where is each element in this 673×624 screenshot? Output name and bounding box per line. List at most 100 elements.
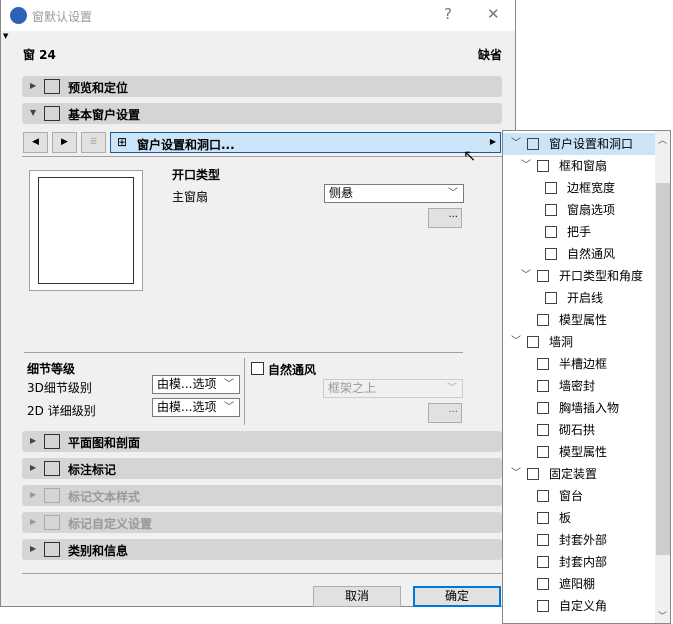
edit-ellipsis: ... (448, 209, 458, 220)
panel-label: 标记自定义设置 (68, 517, 153, 531)
tree-item[interactable]: 把手 (503, 221, 655, 243)
tree-item-label: 开启线 (567, 291, 604, 305)
tree-item-label: 墙密封 (559, 379, 596, 393)
tree-item[interactable]: 窗台 (503, 485, 655, 507)
page-selector[interactable]: ⊞ 窗户设置和洞口... ▶ (110, 132, 501, 153)
tree-item[interactable]: 墙密封 (503, 375, 655, 397)
page-tree-popup: ﹀ 窗户设置和洞口 ﹀ 框和窗扇边框宽度 窗扇选项 把手 自然通风 ﹀ 开口类型和角度开启线模型… (502, 130, 671, 624)
scrollbar-thumb[interactable] (656, 183, 670, 555)
cancel-button[interactable]: 取消 (313, 586, 401, 607)
help-button[interactable]: ? (444, 5, 452, 23)
panel-label: 类别和信息 (68, 544, 129, 558)
tree-item[interactable]: 遮阳棚 (503, 573, 655, 595)
panel-label: 标记文本样式 (68, 490, 141, 504)
window-settings-icon (44, 106, 60, 121)
tree-item[interactable]: 自定义角 (503, 595, 655, 617)
tree-item-icon (537, 600, 549, 612)
tree-item-icon (545, 248, 557, 260)
tree-item[interactable]: ﹀ 开口类型和角度 (503, 265, 655, 287)
tree-item[interactable]: 窗扇选项 (503, 199, 655, 221)
divider (24, 352, 463, 353)
tree-item[interactable]: 半槽边框 (503, 353, 655, 375)
main-sash-select[interactable]: 侧悬 ﹀ (324, 184, 464, 203)
scroll-down-icon[interactable]: ﹀ (658, 609, 667, 622)
tree-item-icon (537, 424, 549, 436)
main-sash-label: 主窗扇 (172, 190, 209, 204)
mouse-cursor-icon: ↖ (463, 146, 477, 165)
chevron-down-icon[interactable]: ﹀ (511, 133, 521, 155)
edit-ellipsis: ... (448, 404, 458, 415)
ok-button[interactable]: 确定 (413, 586, 501, 607)
3d-detail-select[interactable]: 由模...选项 ﹀ (152, 375, 240, 394)
tree-item[interactable]: 封套内部 (503, 551, 655, 573)
tree-item[interactable]: 胸墙插入物 (503, 397, 655, 419)
main-sash-value: 侧悬 (329, 186, 354, 200)
3d-detail-label: 3D细节级别 (27, 381, 92, 395)
page-selector-arrow-icon: ▶ (489, 137, 496, 146)
panel-plan-section[interactable]: ▶ 平面图和剖面 (22, 431, 502, 452)
scrollbar[interactable]: ︿ ﹀ (655, 131, 670, 623)
3d-detail-value: 由模...选项 (157, 377, 217, 391)
2d-detail-value: 由模...选项 (157, 400, 217, 414)
tree-item-icon (537, 380, 549, 392)
tree-item-label: 模型属性 (559, 445, 608, 459)
tree-item-icon (527, 138, 539, 150)
chevron-down-icon[interactable]: ﹀ (511, 463, 521, 485)
tree-item-label: 框和窗扇 (559, 159, 608, 173)
tree-item[interactable]: 开启线 (503, 287, 655, 309)
tree-item[interactable]: 封套外部 (503, 529, 655, 551)
chevron-down-icon[interactable]: ﹀ (521, 265, 531, 287)
expand-icon: ▶ (30, 517, 37, 526)
tree-item[interactable]: 自然通风 (503, 243, 655, 265)
custom-settings-icon (44, 515, 60, 530)
opening-edit-button[interactable]: ... (428, 208, 462, 228)
tree-item-icon (537, 490, 549, 502)
default-label: 缺省 (478, 48, 503, 62)
prev-page-button[interactable]: ◀ (23, 132, 48, 153)
panel-classification[interactable]: ▶ 类别和信息 (22, 539, 502, 560)
expand-icon: ▶ (30, 544, 37, 553)
tree-item[interactable]: ﹀ 墙洞 (503, 331, 655, 353)
window-title: 窗默认设置 (32, 10, 93, 24)
tree-item-icon (545, 226, 557, 238)
collapse-arrow-icon[interactable]: ▼ (3, 32, 8, 40)
tree-item-icon (545, 204, 557, 216)
element-name: 窗 24 (23, 48, 56, 62)
plan-section-icon (44, 434, 60, 449)
tree-item[interactable]: ﹀ 框和窗扇 (503, 155, 655, 177)
tree-item-label: 墙洞 (549, 335, 574, 349)
divider (22, 156, 502, 157)
expand-icon: ▶ (30, 436, 37, 445)
next-page-button[interactable]: ▶ (52, 132, 77, 153)
tree-item-icon (545, 182, 557, 194)
tree-item[interactable]: ﹀ 固定装置 (503, 463, 655, 485)
tree-item[interactable]: 模型属性 (503, 309, 655, 331)
favorites-icon[interactable]: ≣ (81, 132, 106, 153)
title-bar: 窗默认设置 ? ✕ (1, 0, 515, 31)
tree-item-label: 封套外部 (559, 533, 608, 547)
chevron-down-icon[interactable]: ﹀ (521, 155, 531, 177)
panel-label: 平面图和剖面 (68, 436, 141, 450)
chevron-down-icon[interactable]: ﹀ (511, 331, 521, 353)
panel-marker-custom: ▶ 标记自定义设置 (22, 512, 502, 533)
tree-item-label: 窗户设置和洞口 (549, 137, 634, 151)
close-button[interactable]: ✕ (487, 5, 500, 23)
app-logo-icon (10, 7, 27, 24)
panel-preview[interactable]: ▶ 预览和定位 (22, 76, 502, 97)
tree-item[interactable]: 砌石拱 (503, 419, 655, 441)
tree-item-icon (537, 556, 549, 568)
panel-basic[interactable]: ▼ 基本窗户设置 (22, 103, 502, 124)
scroll-up-icon[interactable]: ︿ (658, 133, 667, 146)
tree-item[interactable]: 模型属性 (503, 441, 655, 463)
tree-item[interactable]: ﹀ 窗户设置和洞口 (503, 133, 655, 155)
tree-item[interactable]: 边框宽度 (503, 177, 655, 199)
tree-item-icon (527, 336, 539, 348)
panel-dimension-marker[interactable]: ▶ 标注标记 (22, 458, 502, 479)
detail-level-title: 细节等级 (27, 362, 76, 376)
expand-icon: ▶ (30, 490, 37, 499)
vent-position-value: 框架之上 (328, 381, 377, 395)
tree-item[interactable]: 板 (503, 507, 655, 529)
2d-detail-select[interactable]: 由模...选项 ﹀ (152, 398, 240, 417)
opening-type-title: 开口类型 (172, 168, 221, 182)
natural-vent-checkbox[interactable] (251, 362, 264, 375)
